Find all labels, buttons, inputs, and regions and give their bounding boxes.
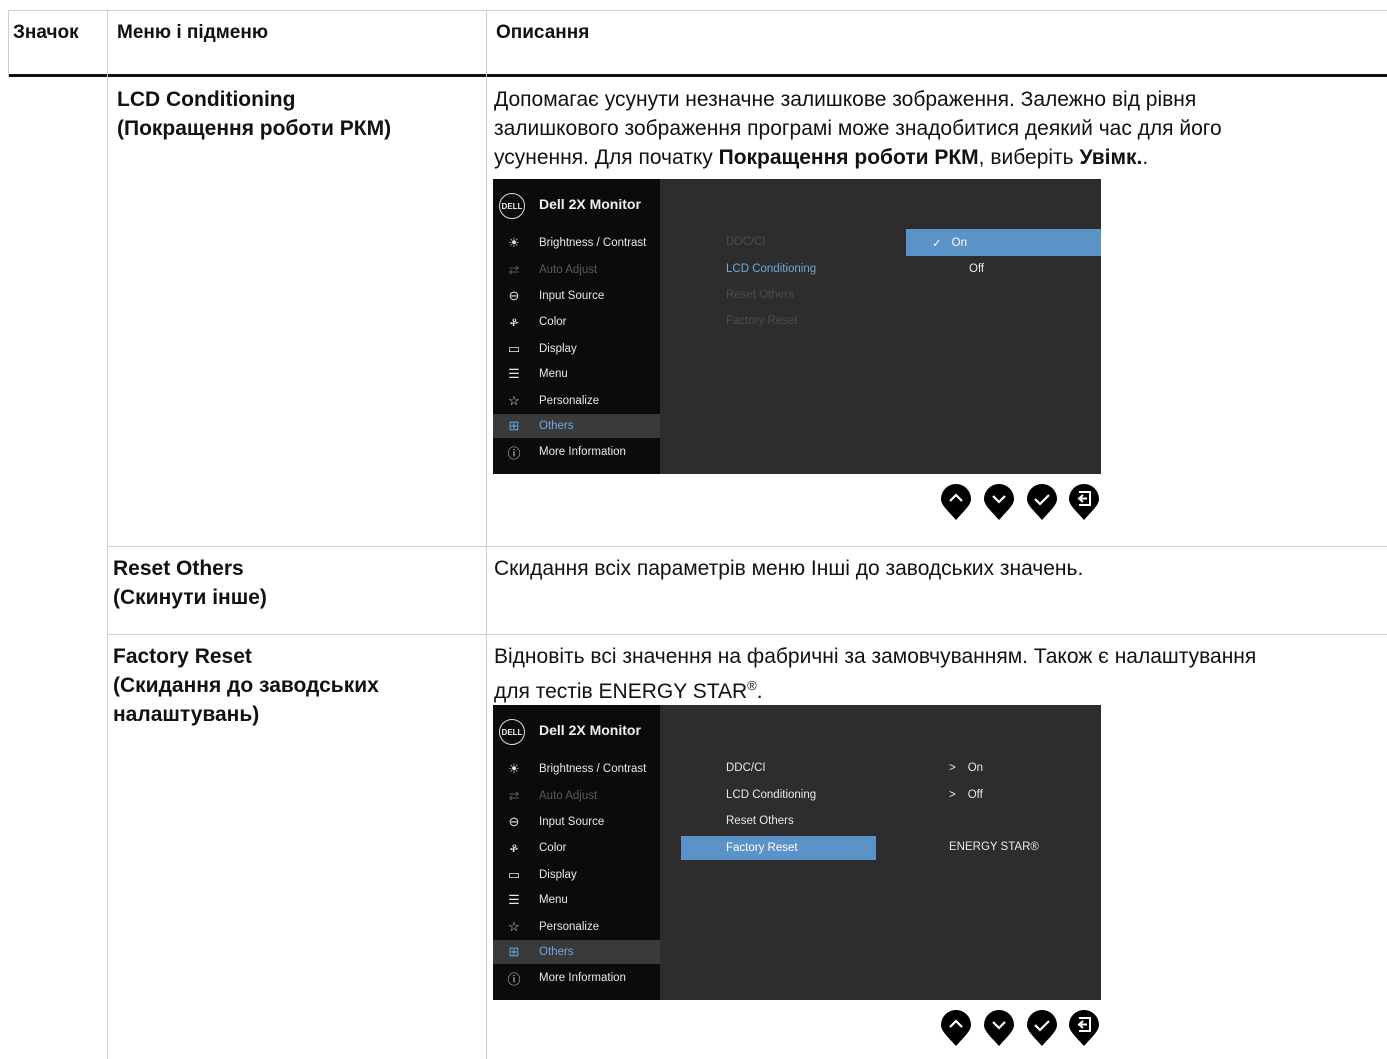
row-reset-others-name: Reset Others (Скинути інше)	[113, 554, 267, 612]
header-desc-col: Описання	[496, 22, 590, 43]
row-name-line: Reset Others	[113, 557, 244, 580]
display-icon: ▭	[507, 341, 521, 356]
row-name-line: (Скинути інше)	[113, 586, 267, 609]
osd-menu-brightness[interactable]: ☀ Brightness / Contrast	[493, 757, 660, 781]
dell-logo: DELL	[499, 193, 525, 219]
row-name-line: LCD Conditioning	[117, 88, 296, 111]
check-icon: ✓	[932, 237, 942, 250]
osd-menu-more-info[interactable]: ⓘ More Information	[493, 440, 660, 464]
chevron-right-icon: >	[949, 789, 956, 801]
check-button-icon[interactable]	[1026, 483, 1058, 521]
osd-value-energy-star[interactable]: ENERGY STAR®	[949, 841, 1039, 853]
info-icon: ⓘ	[507, 971, 521, 987]
osd-menu-display[interactable]: ▭ Display	[493, 337, 660, 361]
back-button-icon[interactable]	[1068, 483, 1100, 521]
row-name-line: налаштувань)	[113, 703, 260, 726]
osd-sub-lcd-conditioning[interactable]: LCD Conditioning	[726, 263, 816, 275]
color-icon: ቆ	[509, 840, 519, 855]
osd-menu-menu[interactable]: ☰ Menu	[493, 362, 660, 386]
star-icon: ☆	[508, 393, 520, 408]
row-lcd-conditioning-name: LCD Conditioning (Покращення роботи РКМ)	[117, 85, 391, 143]
osd-menu-color[interactable]: ቆ Color	[493, 836, 660, 860]
brightness-icon: ☀	[508, 761, 520, 776]
color-icon: ቆ	[509, 314, 519, 329]
check-button-icon[interactable]	[1026, 1009, 1058, 1047]
header-icon-col: Значок	[13, 22, 79, 43]
menu-icon: ☰	[508, 892, 520, 907]
osd-menu-display[interactable]: ▭ Display	[493, 863, 660, 887]
chevron-right-icon: >	[949, 762, 956, 774]
osd-title: Dell 2X Monitor	[539, 722, 641, 738]
osd-menu-personalize[interactable]: ☆ Personalize	[493, 389, 660, 413]
row-factory-reset-desc: Відновіть всі значення на фабричні за за…	[494, 642, 1384, 706]
desc-line: для тестів ENERGY STAR®.	[494, 678, 763, 703]
osd-menu-auto-adjust[interactable]: ⇄ Auto Adjust	[493, 784, 660, 808]
desc-line: залишкового зображення програмі може зна…	[494, 117, 1222, 140]
osd-menu-more-info[interactable]: ⓘ More Information	[493, 966, 660, 990]
brightness-icon: ☀	[508, 235, 520, 250]
osd-menu-menu[interactable]: ☰ Menu	[493, 888, 660, 912]
star-icon: ☆	[508, 919, 520, 934]
osd-value-ddcci: > On	[949, 762, 984, 774]
osd-value-lcd: > Off	[949, 789, 983, 801]
osd-option-on[interactable]: ✓ On	[906, 229, 1101, 256]
osd-sub-reset-others[interactable]: Reset Others	[726, 289, 794, 301]
others-icon: ⊞	[508, 944, 520, 959]
osd-menu-input-source[interactable]: ⊖ Input Source	[493, 810, 660, 834]
input-source-icon: ⊖	[508, 288, 520, 303]
display-icon: ▭	[507, 867, 521, 882]
osd-menu-color[interactable]: ቆ Color	[493, 310, 660, 334]
header-menu-col: Меню і підменю	[117, 22, 269, 43]
row-name-line: (Покращення роботи РКМ)	[117, 117, 392, 140]
row-name-line: Factory Reset	[113, 645, 252, 668]
osd-screenshot-factory-reset: DELL Dell 2X Monitor ☀ Brightness / Contr…	[493, 705, 1101, 1000]
auto-adjust-icon: ⇄	[508, 262, 520, 277]
osd-sub-lcd-conditioning[interactable]: LCD Conditioning	[726, 789, 816, 801]
row-factory-reset-name: Factory Reset (Скидання до заводських на…	[113, 642, 379, 729]
others-icon: ⊞	[508, 418, 520, 433]
osd-menu-others[interactable]: ⊞ Others	[493, 940, 660, 964]
osd-menu-input-source[interactable]: ⊖ Input Source	[493, 284, 660, 308]
info-icon: ⓘ	[507, 445, 521, 461]
dell-logo: DELL	[499, 719, 525, 745]
up-button-icon[interactable]	[940, 1009, 972, 1047]
osd-menu-personalize[interactable]: ☆ Personalize	[493, 915, 660, 939]
osd-title: Dell 2X Monitor	[539, 196, 641, 212]
osd-option-off[interactable]: Off	[969, 263, 984, 275]
osd-sub-reset-others[interactable]: Reset Others	[726, 815, 794, 827]
input-source-icon: ⊖	[508, 814, 520, 829]
osd-sub-ddcci[interactable]: DDC/CI	[726, 236, 766, 248]
osd-sub-factory-reset[interactable]: Factory Reset	[726, 315, 798, 327]
menu-icon: ☰	[508, 366, 520, 381]
desc-line: Допомагає усунути незначне залишкове зоб…	[494, 88, 1197, 111]
auto-adjust-icon: ⇄	[508, 788, 520, 803]
osd-menu-others[interactable]: ⊞ Others	[493, 414, 660, 438]
down-button-icon[interactable]	[983, 483, 1015, 521]
desc-line: усунення. Для початку Покращення роботи …	[494, 146, 1149, 169]
down-button-icon[interactable]	[983, 1009, 1015, 1047]
up-button-icon[interactable]	[940, 483, 972, 521]
row-reset-others-desc: Скидання всіх параметрів меню Інші до за…	[494, 557, 1084, 580]
osd-sub-factory-reset[interactable]: Factory Reset	[681, 836, 876, 860]
row-lcd-conditioning-desc: Допомагає усунути незначне залишкове зоб…	[494, 85, 1384, 172]
osd-menu-auto-adjust[interactable]: ⇄ Auto Adjust	[493, 258, 660, 282]
desc-line: Відновіть всі значення на фабричні за за…	[494, 645, 1257, 668]
back-button-icon[interactable]	[1068, 1009, 1100, 1047]
row-name-line: (Скидання до заводських	[113, 674, 379, 697]
osd-sub-ddcci[interactable]: DDC/CI	[726, 762, 766, 774]
osd-screenshot-lcd-conditioning: DELL Dell 2X Monitor ☀ Brightness / Contr…	[493, 179, 1101, 474]
osd-menu-brightness[interactable]: ☀ Brightness / Contrast	[493, 231, 660, 255]
